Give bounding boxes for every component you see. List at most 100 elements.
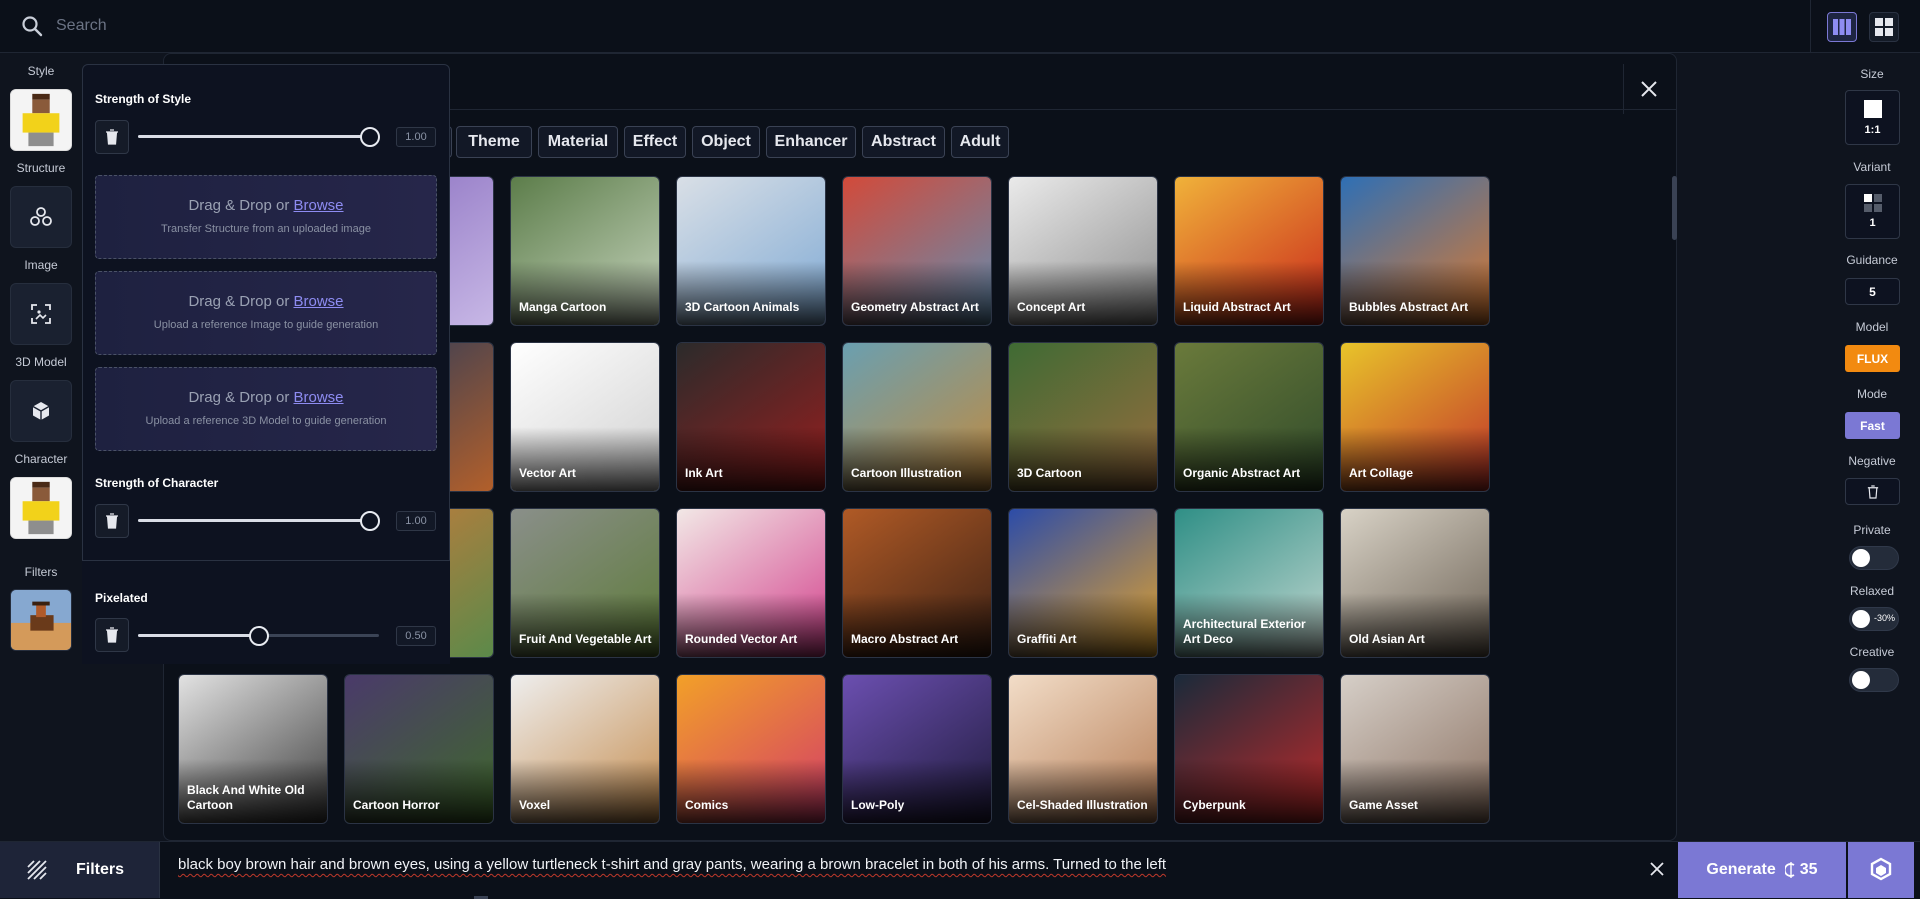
image-dropzone[interactable]: Drag & Drop or Browse Upload a reference… [95, 271, 437, 355]
style-card[interactable]: Macro Abstract Art [842, 508, 992, 658]
divider [1810, 0, 1811, 53]
dropzone-text: Drag & Drop or Browse [96, 389, 436, 406]
style-card[interactable]: Low-Poly [842, 674, 992, 824]
image-button[interactable] [10, 283, 72, 345]
pixel-character-image [11, 90, 71, 150]
column-view-button[interactable] [1827, 12, 1857, 42]
size-label: Size [1860, 67, 1884, 81]
filters-button[interactable]: Filters [0, 842, 160, 898]
style-card[interactable]: 3D Cartoon [1008, 342, 1158, 492]
style-strength-slider-handle[interactable] [360, 127, 380, 147]
style-card-label: Liquid Abstract Art [1183, 300, 1291, 314]
style-card[interactable]: Ink Art [676, 342, 826, 492]
category-tab[interactable]: Abstract [862, 126, 945, 158]
strength-of-style-title: Strength of Style [95, 92, 192, 106]
clear-style-button[interactable] [95, 120, 129, 154]
creative-toggle[interactable] [1849, 668, 1899, 692]
trash-icon [106, 129, 118, 145]
style-card[interactable]: Game Asset [1340, 674, 1490, 824]
style-card[interactable]: Organic Abstract Art [1174, 342, 1324, 492]
logo-icon [1870, 857, 1892, 881]
style-card[interactable]: Comics [676, 674, 826, 824]
structure-button[interactable] [10, 186, 72, 248]
style-strength-fill [138, 135, 370, 138]
generate-button[interactable]: Generate 35 [1678, 842, 1846, 898]
grid-scrollbar[interactable] [1672, 176, 1677, 240]
style-card[interactable]: Cyberpunk [1174, 674, 1324, 824]
clear-prompt-button[interactable] [1644, 856, 1670, 882]
style-thumbnail[interactable] [10, 89, 72, 151]
image-select-icon [31, 304, 51, 324]
style-card-label: Rounded Vector Art [685, 632, 798, 646]
toggle-knob [1852, 549, 1870, 567]
guidance-value[interactable]: 5 [1845, 278, 1900, 305]
private-label: Private [1853, 523, 1891, 537]
style-card[interactable]: Architectural Exterior Art Deco [1174, 508, 1324, 658]
style-card[interactable]: Liquid Abstract Art [1174, 176, 1324, 326]
style-card[interactable]: Cartoon Horror [344, 674, 494, 824]
category-tab[interactable]: Object [692, 126, 760, 158]
style-card[interactable]: Geometry Abstract Art [842, 176, 992, 326]
prompt-input[interactable]: black boy brown hair and brown eyes, usi… [178, 856, 1638, 880]
relaxed-label: Relaxed [1849, 584, 1895, 598]
filter-thumbnail[interactable] [10, 589, 72, 651]
character-thumbnail[interactable] [10, 477, 72, 539]
category-tab[interactable]: Effect [624, 126, 686, 158]
clear-pixelated-button[interactable] [95, 618, 129, 652]
style-card[interactable]: Cel-Shaded Illustration [1008, 674, 1158, 824]
browse-link[interactable]: Browse [294, 197, 344, 214]
style-card-label: Cartoon Illustration [851, 466, 962, 480]
mode-selector[interactable]: Fast [1845, 412, 1900, 439]
variant-selector[interactable]: 1 [1845, 184, 1900, 239]
search-input[interactable] [56, 12, 956, 40]
browse-link[interactable]: Browse [294, 293, 344, 310]
top-bar [0, 0, 1920, 53]
model3d-button[interactable] [10, 380, 72, 442]
style-card[interactable]: Graffiti Art [1008, 508, 1158, 658]
style-card[interactable]: Cartoon Illustration [842, 342, 992, 492]
relaxed-toggle[interactable]: -30% [1849, 607, 1899, 631]
model3d-dropzone[interactable]: Drag & Drop or Browse Upload a reference… [95, 367, 437, 451]
style-card-label: Cartoon Horror [353, 798, 440, 812]
card-shade [345, 759, 493, 823]
model-selector[interactable]: FLUX [1845, 345, 1900, 372]
character-strength-slider-handle[interactable] [360, 511, 380, 531]
card-shade [843, 759, 991, 823]
category-tab[interactable]: Enhancer [766, 126, 856, 158]
style-card[interactable]: Black And White Old Cartoon [178, 674, 328, 824]
style-card[interactable]: Old Asian Art [1340, 508, 1490, 658]
style-card[interactable]: Art Collage [1340, 342, 1490, 492]
style-card[interactable]: 3D Cartoon Animals [676, 176, 826, 326]
pixelated-slider-handle[interactable] [248, 626, 269, 646]
app-logo-button[interactable] [1848, 842, 1914, 898]
browse-link[interactable]: Browse [294, 389, 344, 406]
pixelated-value[interactable]: 0.50 [396, 626, 436, 646]
card-shade [677, 261, 825, 325]
clear-character-button[interactable] [95, 504, 129, 538]
style-card-label: Geometry Abstract Art [851, 300, 979, 314]
negative-clear-button[interactable] [1845, 478, 1900, 505]
category-tab[interactable]: Material [538, 126, 618, 158]
card-shade [1341, 261, 1489, 325]
grid-view-button[interactable] [1869, 12, 1899, 42]
generate-cost: 35 [1799, 861, 1818, 878]
style-card-label: Cyberpunk [1183, 798, 1246, 812]
style-strength-value[interactable]: 1.00 [396, 127, 436, 147]
model3d-label: 3D Model [15, 355, 67, 369]
category-tab[interactable]: Theme [456, 126, 532, 158]
category-tab[interactable]: Adult [951, 126, 1009, 158]
close-modal-button[interactable] [1623, 64, 1673, 114]
style-card[interactable]: Voxel [510, 674, 660, 824]
size-selector[interactable]: 1:1 [1845, 90, 1900, 145]
style-card[interactable]: Fruit And Vegetable Art [510, 508, 660, 658]
character-strength-value[interactable]: 1.00 [396, 511, 436, 531]
style-card[interactable]: Bubbles Abstract Art [1340, 176, 1490, 326]
style-card[interactable]: Vector Art [510, 342, 660, 492]
style-card[interactable]: Rounded Vector Art [676, 508, 826, 658]
style-card[interactable]: Concept Art [1008, 176, 1158, 326]
dropzone-action: Drag & Drop or [188, 389, 294, 406]
style-card-label: Voxel [519, 798, 551, 812]
private-toggle[interactable] [1849, 546, 1899, 570]
style-card[interactable]: Manga Cartoon [510, 176, 660, 326]
structure-dropzone[interactable]: Drag & Drop or Browse Transfer Structure… [95, 175, 437, 259]
